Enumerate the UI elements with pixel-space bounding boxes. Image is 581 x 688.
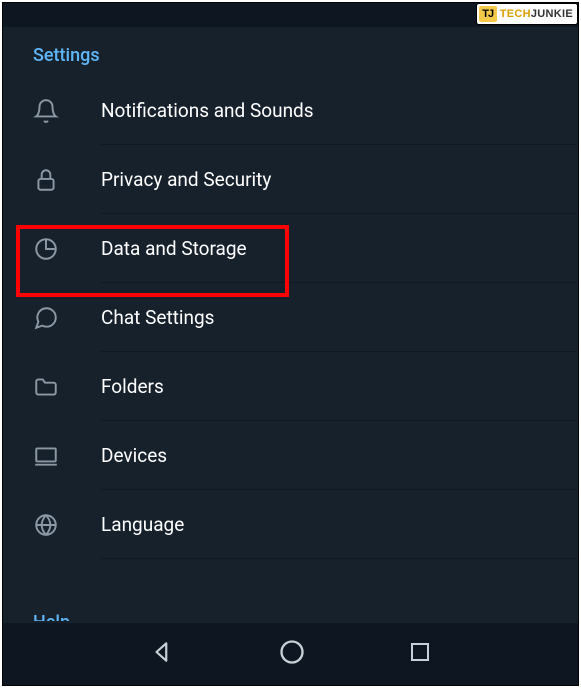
- watermark-text: TECHJUNKIE: [500, 8, 573, 20]
- devices-icon: [33, 443, 101, 469]
- settings-list: Notifications and Sounds Privacy and Sec…: [3, 76, 578, 559]
- item-label: Notifications and Sounds: [101, 99, 314, 122]
- item-label: Data and Storage: [101, 237, 247, 260]
- nav-home-icon[interactable]: [278, 638, 306, 670]
- settings-item-folders[interactable]: Folders: [3, 352, 578, 421]
- folder-icon: [33, 374, 101, 400]
- item-label: Privacy and Security: [101, 168, 271, 191]
- globe-icon: [33, 512, 101, 538]
- settings-item-language[interactable]: Language: [3, 490, 578, 559]
- nav-recent-icon[interactable]: [408, 640, 432, 668]
- watermark-badge: TJ TECHJUNKIE: [476, 3, 578, 25]
- item-label: Devices: [101, 444, 167, 467]
- item-label: Folders: [101, 375, 164, 398]
- android-nav-bar: [3, 623, 578, 685]
- settings-item-notifications[interactable]: Notifications and Sounds: [3, 76, 578, 145]
- settings-item-data-storage[interactable]: Data and Storage: [3, 214, 578, 283]
- settings-item-privacy[interactable]: Privacy and Security: [3, 145, 578, 214]
- chat-icon: [33, 305, 101, 331]
- item-label: Chat Settings: [101, 306, 214, 329]
- next-section-title: Help: [33, 613, 70, 621]
- section-title: Settings: [3, 27, 578, 76]
- nav-back-icon[interactable]: [150, 639, 176, 669]
- settings-item-chat[interactable]: Chat Settings: [3, 283, 578, 352]
- settings-item-devices[interactable]: Devices: [3, 421, 578, 490]
- watermark-logo: TJ: [479, 6, 497, 22]
- item-label: Language: [101, 513, 184, 536]
- lock-icon: [33, 167, 101, 193]
- pie-icon: [33, 236, 101, 262]
- bell-icon: [33, 98, 101, 124]
